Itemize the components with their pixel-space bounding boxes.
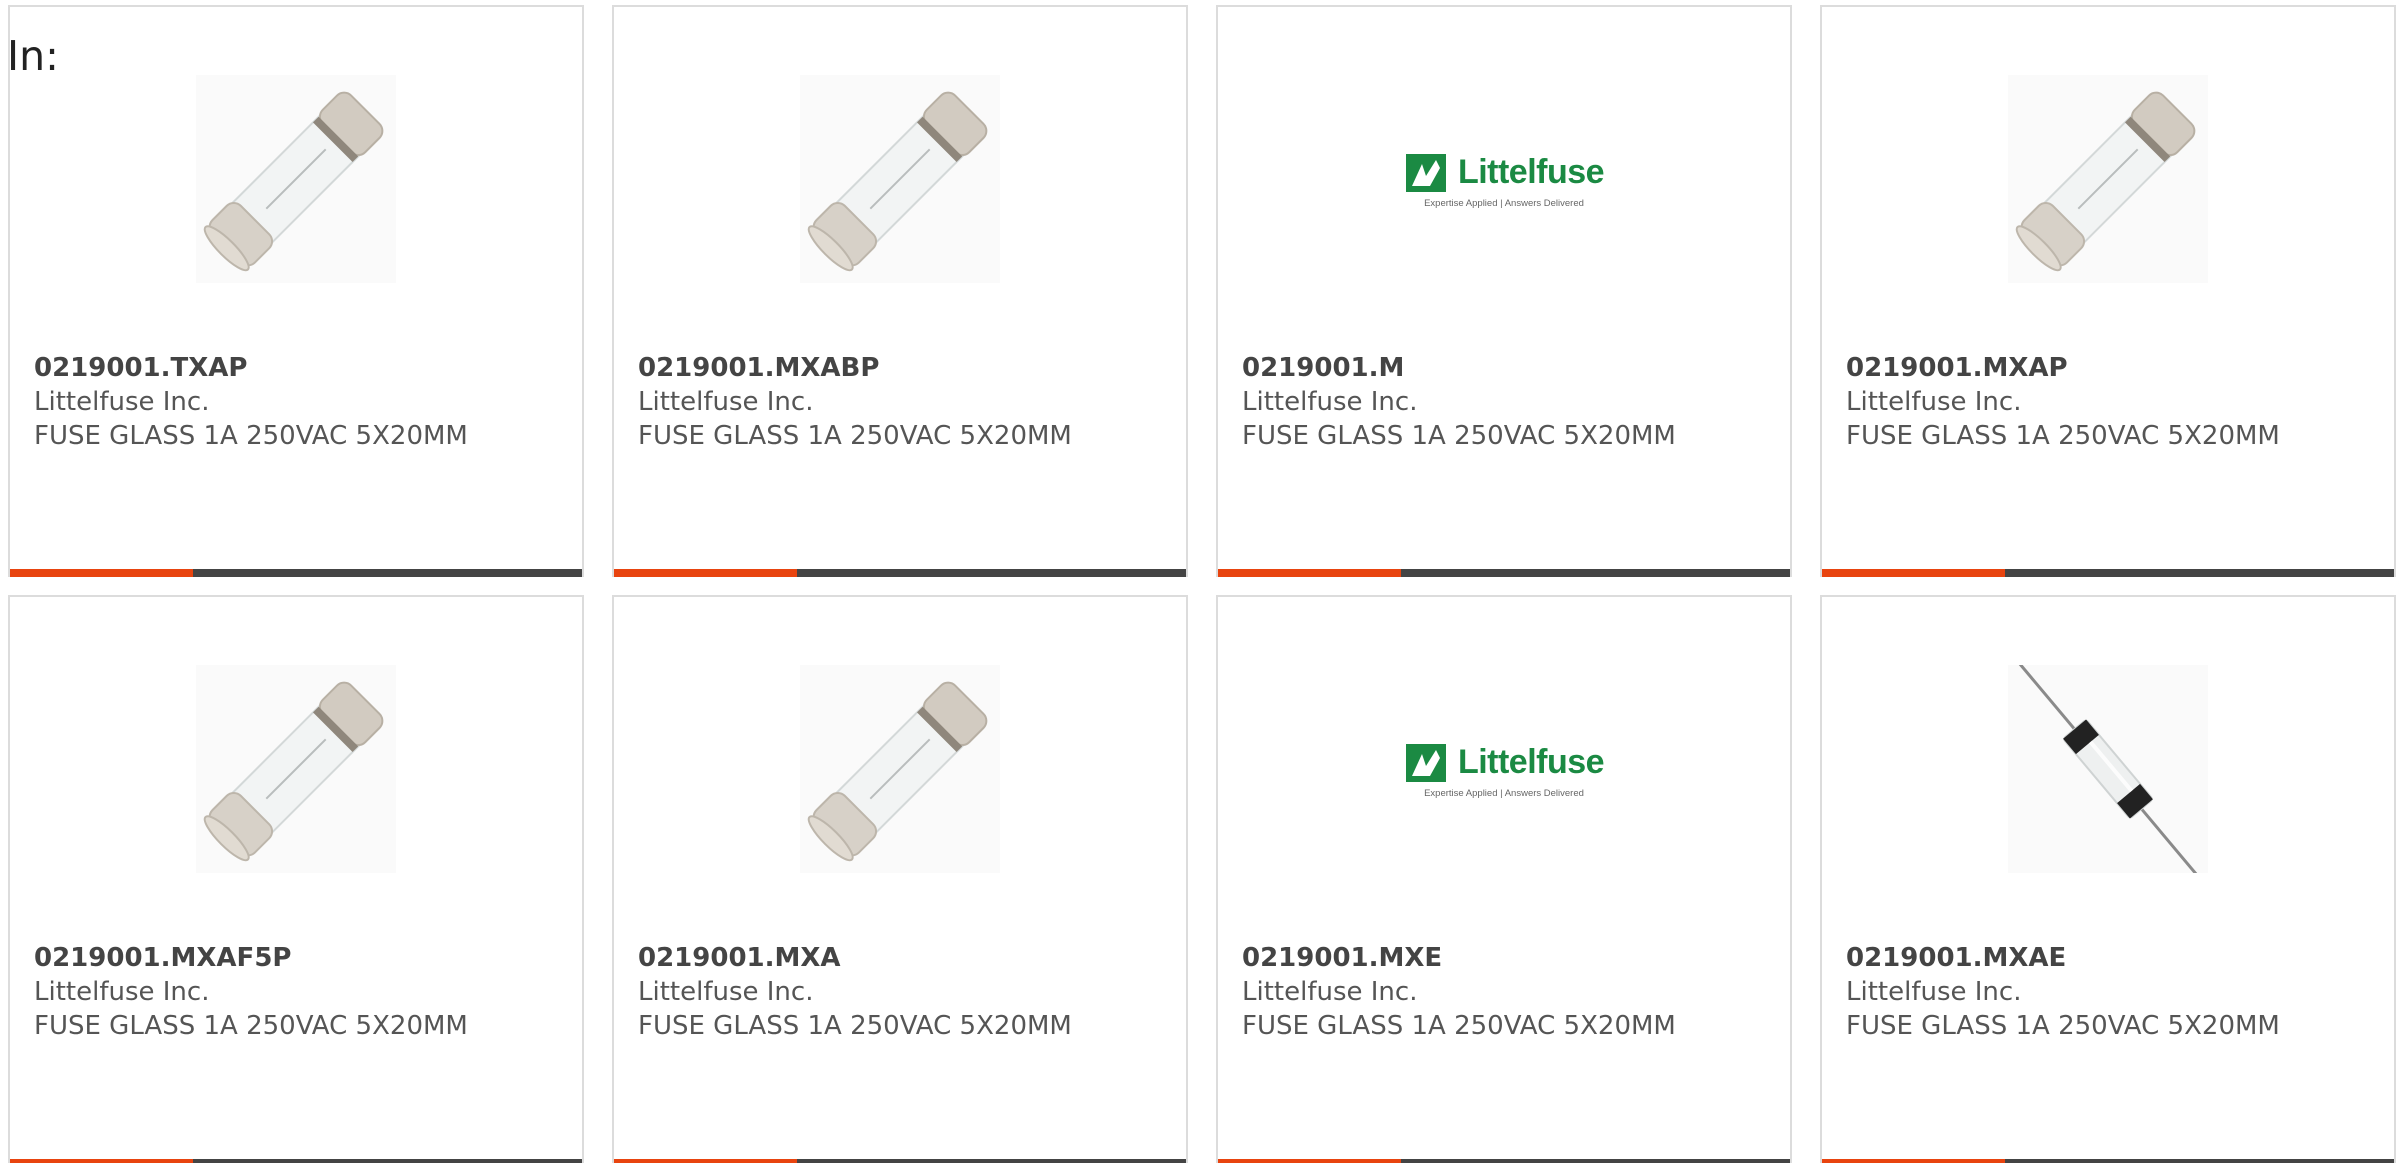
card-accent-bar [1822, 1159, 2006, 1163]
product-info: 0219001.MXAE Littelfuse Inc. FUSE GLASS 1A… [1846, 941, 2374, 1043]
product-info: 0219001.MXAF5P Littelfuse Inc. FUSE GLASS … [34, 941, 562, 1043]
card-accent-bar [1218, 569, 1402, 577]
manufacturer-name: Littelfuse Inc. [34, 977, 210, 1007]
product-description: FUSE GLASS 1A 250VAC 5X20MM [638, 1011, 1072, 1041]
manufacturer-name: Littelfuse Inc. [34, 387, 210, 417]
product-info: 0219001.MXA Littelfuse Inc. FUSE GLASS 1A … [638, 941, 1166, 1043]
part-number[interactable]: 0219001.TXAP [34, 351, 562, 385]
product-card[interactable]: 0219001.MXABP Littelfuse Inc. FUSE GLASS 1… [612, 5, 1188, 577]
part-number[interactable]: 0219001.MXAP [1846, 351, 2374, 385]
product-card[interactable]: 0219001.MXAF5P Littelfuse Inc. FUSE GLASS … [8, 595, 584, 1163]
cartridge-fuse-image[interactable] [614, 665, 1186, 873]
card-bottom-bar [614, 1159, 1186, 1163]
littelfuse-logo-mark [1404, 740, 1450, 786]
product-description: FUSE GLASS 1A 250VAC 5X20MM [34, 421, 468, 451]
product-results-page: In: 0219001.TXAP Littelfuse Inc. FUSE GLAS… [0, 0, 2400, 1163]
card-bottom-bar [1218, 1159, 1790, 1163]
card-accent-bar [10, 569, 194, 577]
product-description: FUSE GLASS 1A 250VAC 5X20MM [638, 421, 1072, 451]
cartridge-fuse-image[interactable] [10, 665, 582, 873]
cartridge-fuse-image[interactable] [10, 75, 582, 283]
card-accent-bar [614, 1159, 798, 1163]
littelfuse-logo-wordmark: Littelfuse [1457, 743, 1605, 781]
manufacturer-name: Littelfuse Inc. [1846, 977, 2022, 1007]
product-description: FUSE GLASS 1A 250VAC 5X20MM [1242, 421, 1676, 451]
product-info: 0219001.TXAP Littelfuse Inc. FUSE GLASS 1A… [34, 351, 562, 453]
product-description: FUSE GLASS 1A 250VAC 5X20MM [1846, 1011, 2280, 1041]
part-number[interactable]: 0219001.MXE [1242, 941, 1770, 975]
littelfuse-logo[interactable]: Littelfuse Expertise Applied | Answers De… [1218, 665, 1790, 873]
part-number[interactable]: 0219001.MXA [638, 941, 1166, 975]
product-card[interactable]: Littelfuse Expertise Applied | Answers De… [1216, 595, 1792, 1163]
product-card[interactable]: 0219001.MXAE Littelfuse Inc. FUSE GLASS 1A… [1820, 595, 2396, 1163]
product-description: FUSE GLASS 1A 250VAC 5X20MM [1242, 1011, 1676, 1041]
manufacturer-name: Littelfuse Inc. [1242, 977, 1418, 1007]
product-card[interactable]: 0219001.MXA Littelfuse Inc. FUSE GLASS 1A … [612, 595, 1188, 1163]
part-number[interactable]: 0219001.MXAF5P [34, 941, 562, 975]
littelfuse-logo-mark [1404, 150, 1450, 196]
part-number[interactable]: 0219001.M [1242, 351, 1770, 385]
card-bottom-bar [1218, 569, 1790, 577]
card-bottom-bar [1822, 1159, 2394, 1163]
product-info: 0219001.MXABP Littelfuse Inc. FUSE GLASS 1… [638, 351, 1166, 453]
product-card[interactable]: 0219001.MXAP Littelfuse Inc. FUSE GLASS 1A… [1820, 5, 2396, 577]
card-bottom-bar [10, 1159, 582, 1163]
littelfuse-logo[interactable]: Littelfuse Expertise Applied | Answers De… [1218, 75, 1790, 283]
product-description: FUSE GLASS 1A 250VAC 5X20MM [1846, 421, 2280, 451]
cartridge-fuse-image[interactable] [614, 75, 1186, 283]
cartridge-fuse-image[interactable] [1822, 75, 2394, 283]
card-bottom-bar [10, 569, 582, 577]
manufacturer-name: Littelfuse Inc. [1846, 387, 2022, 417]
axial-lead-fuse-image[interactable] [1822, 665, 2394, 873]
littelfuse-logo-tagline: Expertise Applied | Answers Delivered [1424, 787, 1584, 799]
product-card[interactable]: Littelfuse Expertise Applied | Answers De… [1216, 5, 1792, 577]
manufacturer-name: Littelfuse Inc. [638, 387, 814, 417]
product-description: FUSE GLASS 1A 250VAC 5X20MM [34, 1011, 468, 1041]
card-accent-bar [10, 1159, 194, 1163]
card-accent-bar [614, 569, 798, 577]
part-number[interactable]: 0219001.MXABP [638, 351, 1166, 385]
product-card[interactable]: 0219001.TXAP Littelfuse Inc. FUSE GLASS 1A… [8, 5, 584, 577]
part-number[interactable]: 0219001.MXAE [1846, 941, 2374, 975]
card-accent-bar [1822, 569, 2006, 577]
card-bottom-bar [614, 569, 1186, 577]
product-info: 0219001.M Littelfuse Inc. FUSE GLASS 1A 25… [1242, 351, 1770, 453]
littelfuse-logo-wordmark: Littelfuse [1457, 153, 1605, 191]
product-info: 0219001.MXE Littelfuse Inc. FUSE GLASS 1A … [1242, 941, 1770, 1043]
manufacturer-name: Littelfuse Inc. [1242, 387, 1418, 417]
littelfuse-logo-tagline: Expertise Applied | Answers Delivered [1424, 197, 1584, 209]
manufacturer-name: Littelfuse Inc. [638, 977, 814, 1007]
filter-prefix-label: In: [7, 32, 59, 80]
product-info: 0219001.MXAP Littelfuse Inc. FUSE GLASS 1A… [1846, 351, 2374, 453]
card-bottom-bar [1822, 569, 2394, 577]
card-accent-bar [1218, 1159, 1402, 1163]
